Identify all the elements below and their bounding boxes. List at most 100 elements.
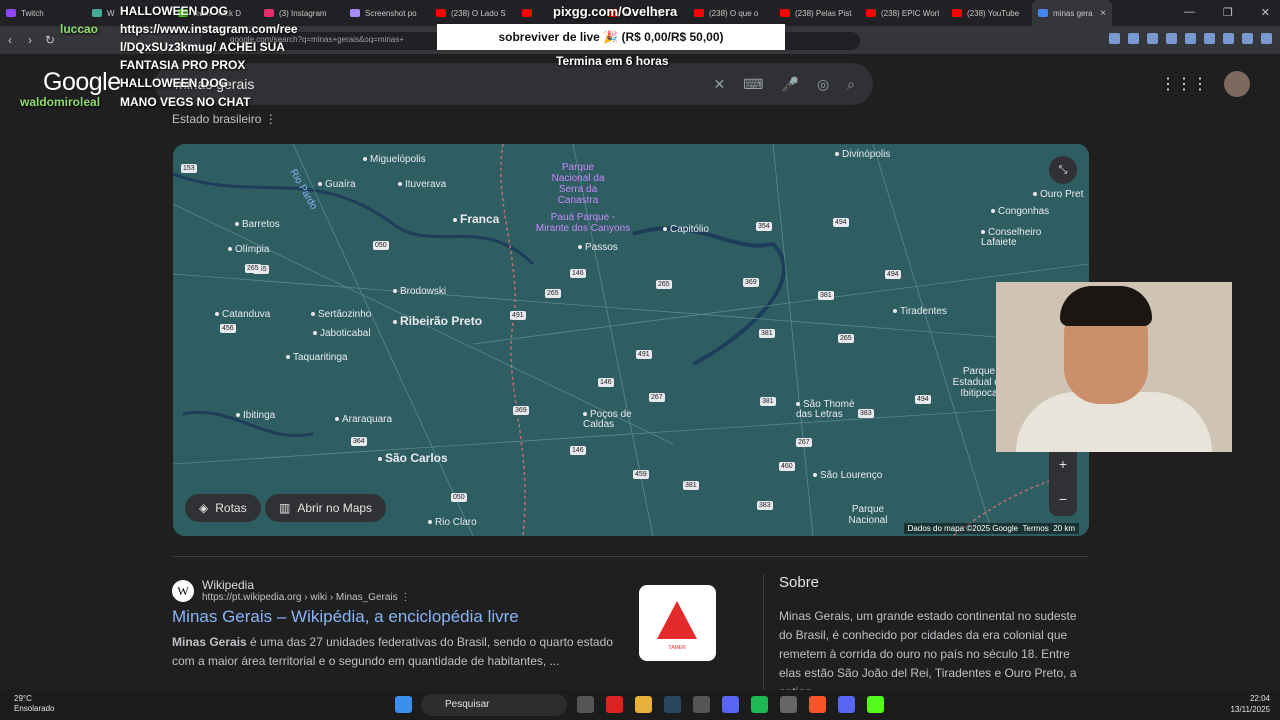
tab-label: Twitch [21, 8, 44, 18]
road-shield: 494 [833, 218, 849, 227]
extension-icon[interactable] [1185, 33, 1196, 44]
app-icon[interactable] [722, 696, 739, 713]
tab-4[interactable]: Screenshot po [344, 0, 430, 26]
tab-11[interactable]: (238) YouTube [946, 0, 1032, 26]
terms-link[interactable]: Termos [1023, 524, 1049, 533]
tab-5[interactable]: (238) O Lado S [430, 0, 516, 26]
column-divider [763, 574, 764, 690]
map-city-label[interactable]: Catanduva [215, 309, 270, 320]
map-city-label[interactable]: Rio Claro [428, 517, 477, 528]
map-city-label[interactable]: Jaboticabal [313, 328, 371, 339]
road-shield: 383 [858, 409, 874, 418]
extension-icon[interactable] [1109, 33, 1120, 44]
map-poi-label[interactable]: Pauá Parque - Mirante dos Canyons [533, 212, 633, 234]
app-icon[interactable] [780, 696, 797, 713]
spotify-icon[interactable] [751, 696, 768, 713]
map-city-label[interactable]: Tiradentes [893, 306, 947, 317]
lens-icon[interactable]: ◎ [817, 76, 829, 93]
map-city-label[interactable]: Guaíra [318, 179, 356, 190]
map-city-label[interactable]: Taquaritinga [286, 352, 347, 363]
road-shield: 267 [796, 438, 812, 447]
road-shield: 146 [570, 269, 586, 278]
divider [173, 556, 1089, 557]
tab-9[interactable]: (238) Pelas Pist [774, 0, 860, 26]
extension-icon[interactable] [1166, 33, 1177, 44]
map-city-label[interactable]: Franca [453, 212, 499, 226]
map-city-label[interactable]: Ribeirão Preto [393, 314, 482, 328]
zoom-out-button[interactable]: − [1059, 491, 1067, 507]
map-city-label[interactable]: Sertãozinho [311, 309, 371, 320]
close-window-icon[interactable]: ✕ [1261, 6, 1270, 19]
avatar[interactable] [1224, 71, 1250, 97]
map-city-label[interactable]: Miguelópolis [363, 154, 426, 165]
google-logo[interactable]: Google [43, 68, 121, 97]
open-in-maps-button[interactable]: ▥ Abrir no Maps [265, 494, 387, 522]
tab-10[interactable]: (238) EPIC Worl [860, 0, 946, 26]
road-shield: 491 [510, 311, 526, 320]
map-city-label[interactable]: Conselheiro Lafaiete [981, 228, 1047, 248]
minimize-icon[interactable]: — [1184, 6, 1195, 19]
map-city-label[interactable]: Capitólio [663, 224, 709, 235]
menu-icon[interactable] [1261, 33, 1272, 44]
extension-icon[interactable] [1204, 33, 1215, 44]
zoom-in-button[interactable]: + [1059, 456, 1067, 472]
keyboard-icon[interactable]: ⌨ [743, 76, 763, 93]
map-city-label[interactable]: Divinópolis [835, 149, 890, 160]
extension-icon[interactable] [1128, 33, 1139, 44]
apps-grid-icon[interactable]: ⋮⋮⋮ [1160, 74, 1208, 94]
map-panel[interactable]: Miguelópolis Guaíra Ituverava Franca Barreto… [173, 144, 1089, 536]
road-shield: 354 [756, 222, 772, 231]
tab-favicon-icon [952, 9, 962, 17]
map-city-label[interactable]: São Carlos [378, 451, 448, 465]
tab-label: (238) YouTube [967, 8, 1020, 18]
map-poi-label[interactable]: Parque Nacional [833, 504, 903, 526]
kick-icon[interactable] [867, 696, 884, 713]
system-tray-clock[interactable]: 22:04 13/11/2025 [1231, 693, 1270, 715]
search-box[interactable]: minas gerais ✕ ⌨ 🎤 ◎ ⌕ [155, 63, 873, 105]
map-city-label[interactable]: Araraquara [335, 414, 392, 425]
map-city-label[interactable]: Ibitinga [236, 410, 275, 421]
taskbar-search[interactable]: Pesquisar [421, 694, 567, 716]
tab-favicon-icon [866, 9, 876, 17]
map-city-label[interactable]: Ouro Pret [1033, 189, 1083, 200]
search-icon[interactable]: ⌕ [847, 76, 855, 93]
windows-start-icon[interactable] [395, 696, 412, 713]
routes-button[interactable]: ◈ Rotas [185, 494, 261, 522]
map-city-label[interactable]: São Thomé das Letras [796, 400, 862, 420]
road-shield: 050 [373, 241, 389, 250]
result-url[interactable]: https://pt.wikipedia.org › wiki › Minas_… [202, 592, 410, 603]
extension-icon[interactable] [1242, 33, 1253, 44]
reload-icon[interactable]: ↻ [40, 33, 60, 47]
map-city-label[interactable]: Ituverava [398, 179, 446, 190]
weather-widget[interactable]: 29°C Ensolarado [14, 694, 54, 714]
map-poi-label[interactable]: Parque Nacional da Serra da Canastra [543, 162, 613, 206]
map-city-label[interactable]: Olímpia [228, 244, 269, 255]
extension-icon[interactable] [1147, 33, 1158, 44]
map-city-label[interactable]: Congonhas [991, 206, 1049, 217]
opera-icon[interactable] [606, 696, 623, 713]
task-view-icon[interactable] [577, 696, 594, 713]
expand-map-icon[interactable]: ⤡ [1049, 156, 1077, 184]
back-icon[interactable]: ‹ [0, 33, 20, 47]
map-city-label[interactable]: Poços de Caldas [583, 410, 649, 430]
flag-thumbnail[interactable]: TAMEN [639, 585, 716, 661]
maximize-icon[interactable]: ❐ [1223, 6, 1233, 19]
brave-icon[interactable] [809, 696, 826, 713]
extension-icon[interactable] [1223, 33, 1234, 44]
map-city-label[interactable]: São Lourenço [813, 470, 882, 481]
forward-icon[interactable]: › [20, 33, 40, 47]
file-explorer-icon[interactable] [635, 696, 652, 713]
clear-icon[interactable]: ✕ [714, 76, 726, 93]
app-icon[interactable] [693, 696, 710, 713]
map-city-label[interactable]: Brodowski [393, 286, 446, 297]
steam-icon[interactable] [664, 696, 681, 713]
road-shield: 456 [220, 324, 236, 333]
discord-icon[interactable] [838, 696, 855, 713]
map-city-label[interactable]: Barretos [235, 219, 280, 230]
mic-icon[interactable]: 🎤 [782, 76, 799, 93]
tab-12[interactable]: minas gera × [1032, 0, 1112, 26]
map-city-label[interactable]: Passos [578, 242, 618, 253]
close-tab-icon[interactable]: × [1100, 8, 1106, 19]
chat-username: luccao [60, 22, 99, 36]
tab-8[interactable]: (238) O que o [688, 0, 774, 26]
